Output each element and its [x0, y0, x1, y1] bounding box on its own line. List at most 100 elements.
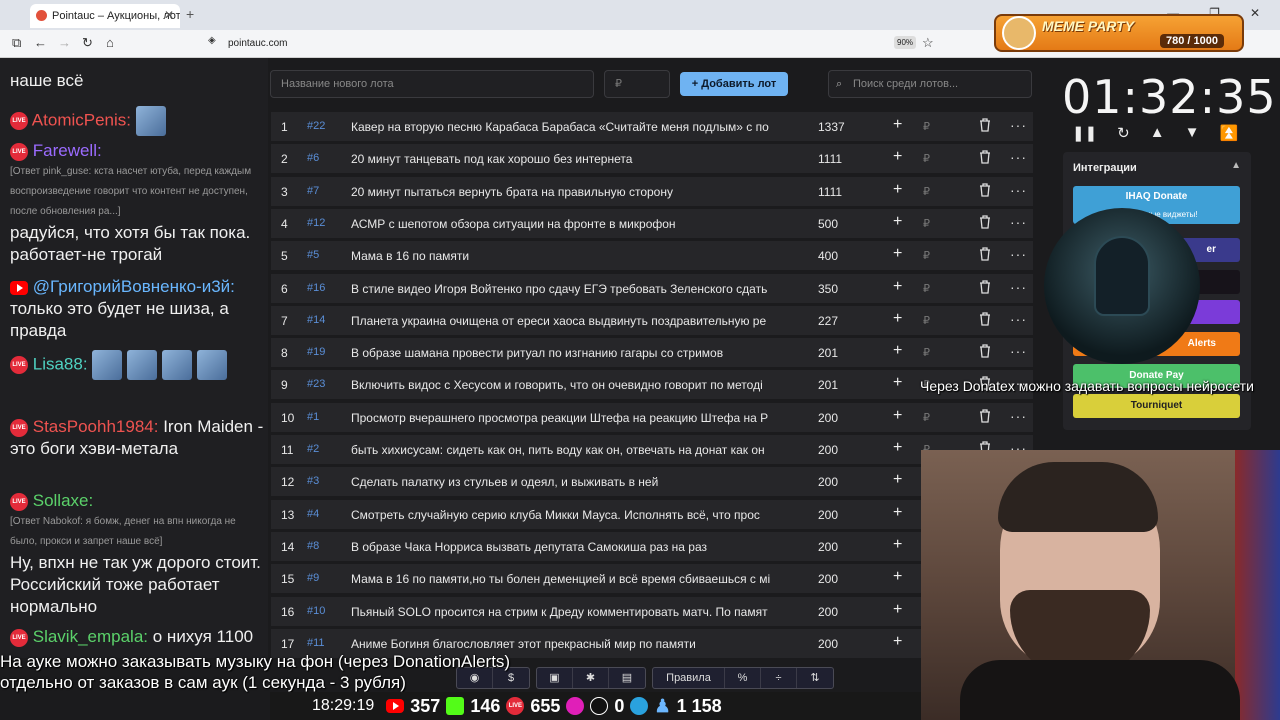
lot-amount[interactable]: 1337: [818, 120, 845, 134]
trash-icon[interactable]: [979, 150, 991, 164]
add-amount-icon[interactable]: +: [893, 536, 902, 554]
ruble-icon[interactable]: ₽: [923, 314, 930, 327]
add-amount-icon[interactable]: +: [893, 374, 902, 392]
lot-amount-input[interactable]: ₽: [604, 70, 670, 98]
ruble-icon[interactable]: ₽: [923, 346, 930, 359]
split-icon[interactable]: ÷: [761, 668, 797, 688]
ruble-icon[interactable]: ₽: [923, 411, 930, 424]
url-field[interactable]: pointauc.com: [200, 34, 940, 54]
ruble-icon[interactable]: ₽: [923, 282, 930, 295]
rules-button[interactable]: Правила: [653, 668, 725, 688]
trash-icon[interactable]: [979, 182, 991, 197]
ruble-icon[interactable]: ₽: [923, 217, 930, 230]
lot-title[interactable]: 20 минут танцевать под как хорошо без ин…: [351, 152, 791, 166]
sidebar-icon[interactable]: ⧉: [12, 35, 21, 51]
lot-amount[interactable]: 201: [818, 346, 838, 360]
more-options-icon[interactable]: ···: [1010, 343, 1027, 359]
reload-icon[interactable]: ↻: [82, 35, 93, 51]
lot-title[interactable]: Сделать палатку из стульев и одеял, и вы…: [351, 475, 791, 489]
lot-amount[interactable]: 201: [818, 378, 838, 392]
trash-icon[interactable]: [979, 312, 991, 326]
ruble-icon[interactable]: ₽: [923, 120, 930, 133]
add-amount-icon[interactable]: +: [893, 568, 902, 586]
add-amount-icon[interactable]: +: [893, 471, 902, 489]
add-amount-icon[interactable]: +: [893, 439, 902, 457]
trash-icon[interactable]: [979, 344, 991, 358]
chevron-up-icon[interactable]: ▲: [1231, 160, 1241, 171]
ruble-icon[interactable]: ₽: [923, 185, 930, 198]
lot-amount[interactable]: 200: [818, 572, 838, 586]
bug-icon[interactable]: ✱: [573, 668, 609, 688]
add-amount-icon[interactable]: +: [893, 278, 902, 296]
lot-amount[interactable]: 200: [818, 475, 838, 489]
lot-amount[interactable]: 200: [818, 605, 838, 619]
more-options-icon[interactable]: ···: [1010, 246, 1027, 262]
trash-icon[interactable]: [979, 409, 991, 423]
percent-icon[interactable]: %: [725, 668, 761, 688]
lot-amount[interactable]: 500: [818, 217, 838, 231]
add-amount-icon[interactable]: +: [893, 116, 902, 134]
lot-title[interactable]: В образе Чака Норриса вызвать депутата С…: [351, 540, 791, 554]
lot-title[interactable]: Пьяный SOLO просится на стрим к Дреду ко…: [351, 605, 791, 619]
add-amount-icon[interactable]: +: [893, 245, 902, 263]
double-up-icon[interactable]: ⏫: [1219, 124, 1238, 142]
lot-title[interactable]: быть хихисусам: сидеть как он, пить воду…: [351, 443, 791, 457]
lot-search-input[interactable]: ⌕ Поиск среди лотов...: [828, 70, 1032, 98]
clear-icon[interactable]: ▤: [609, 668, 645, 688]
bookmark-star-icon[interactable]: ☆: [922, 35, 934, 51]
lot-amount[interactable]: 200: [818, 508, 838, 522]
lot-amount[interactable]: 200: [818, 443, 838, 457]
new-lot-input[interactable]: Название нового лота: [270, 70, 594, 98]
lot-title[interactable]: Включить видос с Хесусом и говорить, что…: [351, 378, 791, 392]
more-options-icon[interactable]: ···: [1010, 279, 1027, 295]
add-amount-icon[interactable]: +: [893, 407, 902, 425]
lot-title[interactable]: Мама в 16 по памяти: [351, 249, 791, 263]
save-icon[interactable]: ▣: [537, 668, 573, 688]
back-icon[interactable]: ←: [34, 35, 47, 50]
new-tab-icon[interactable]: +: [186, 6, 194, 22]
reset-icon[interactable]: ↻: [1117, 124, 1130, 142]
forward-icon[interactable]: →: [58, 35, 71, 50]
trash-icon[interactable]: [979, 118, 991, 132]
zoom-level[interactable]: 90%: [894, 36, 917, 49]
lot-amount[interactable]: 200: [818, 637, 838, 651]
lot-title[interactable]: 20 минут пытаться вернуть брата на прави…: [351, 185, 791, 199]
increase-icon[interactable]: ▲: [1150, 124, 1165, 142]
lot-amount[interactable]: 400: [818, 249, 838, 263]
more-options-icon[interactable]: ···: [1010, 149, 1027, 165]
add-amount-icon[interactable]: +: [893, 148, 902, 166]
add-lot-button[interactable]: + Добавить лот: [680, 72, 788, 96]
more-options-icon[interactable]: ···: [1010, 214, 1027, 230]
lot-title[interactable]: АСМР с шепотом обзора ситуации на фронте…: [351, 217, 791, 231]
lot-title[interactable]: Кавер на вторую песню Карабаса Барабаса …: [351, 120, 791, 134]
lot-title[interactable]: Мама в 16 по памяти,но ты болен деменцие…: [351, 572, 791, 586]
lot-amount[interactable]: 200: [818, 411, 838, 425]
lot-title[interactable]: Смотреть случайную серию клуба Микки Мау…: [351, 508, 791, 522]
add-amount-icon[interactable]: +: [893, 504, 902, 522]
lot-amount[interactable]: 1111: [818, 185, 842, 199]
add-amount-icon[interactable]: +: [893, 342, 902, 360]
shield-icon[interactable]: ◈: [208, 35, 216, 46]
lot-amount[interactable]: 350: [818, 282, 838, 296]
add-amount-icon[interactable]: +: [893, 181, 902, 199]
decrease-icon[interactable]: ▼: [1185, 124, 1200, 142]
browser-tab[interactable]: Pointauc – Аукционы, лотереи ✕: [30, 4, 180, 28]
add-amount-icon[interactable]: +: [893, 213, 902, 231]
more-options-icon[interactable]: ···: [1010, 117, 1027, 133]
lot-title[interactable]: В стиле видео Игоря Войтенко про сдачу Е…: [351, 282, 791, 296]
more-options-icon[interactable]: ···: [1010, 408, 1027, 424]
tourniquet-button[interactable]: Tourniquet: [1073, 394, 1240, 418]
lot-amount[interactable]: 1111: [818, 152, 842, 166]
trash-icon[interactable]: [979, 247, 991, 261]
close-window-icon[interactable]: ✕: [1250, 6, 1260, 20]
lot-title[interactable]: Аниме Богиня благословляет этот прекрасн…: [351, 637, 791, 651]
add-amount-icon[interactable]: +: [893, 601, 902, 619]
sort-icon[interactable]: ⇅: [797, 668, 833, 688]
add-amount-icon[interactable]: +: [893, 633, 902, 651]
pause-icon[interactable]: ❚❚: [1072, 124, 1097, 142]
close-tab-icon[interactable]: ✕: [164, 8, 174, 22]
more-options-icon[interactable]: ···: [1010, 311, 1027, 327]
lot-title[interactable]: В образе шамана провести ритуал по изгна…: [351, 346, 791, 360]
lot-amount[interactable]: 200: [818, 540, 838, 554]
lot-title[interactable]: Планета украина очищена от ереси хаоса в…: [351, 314, 791, 328]
